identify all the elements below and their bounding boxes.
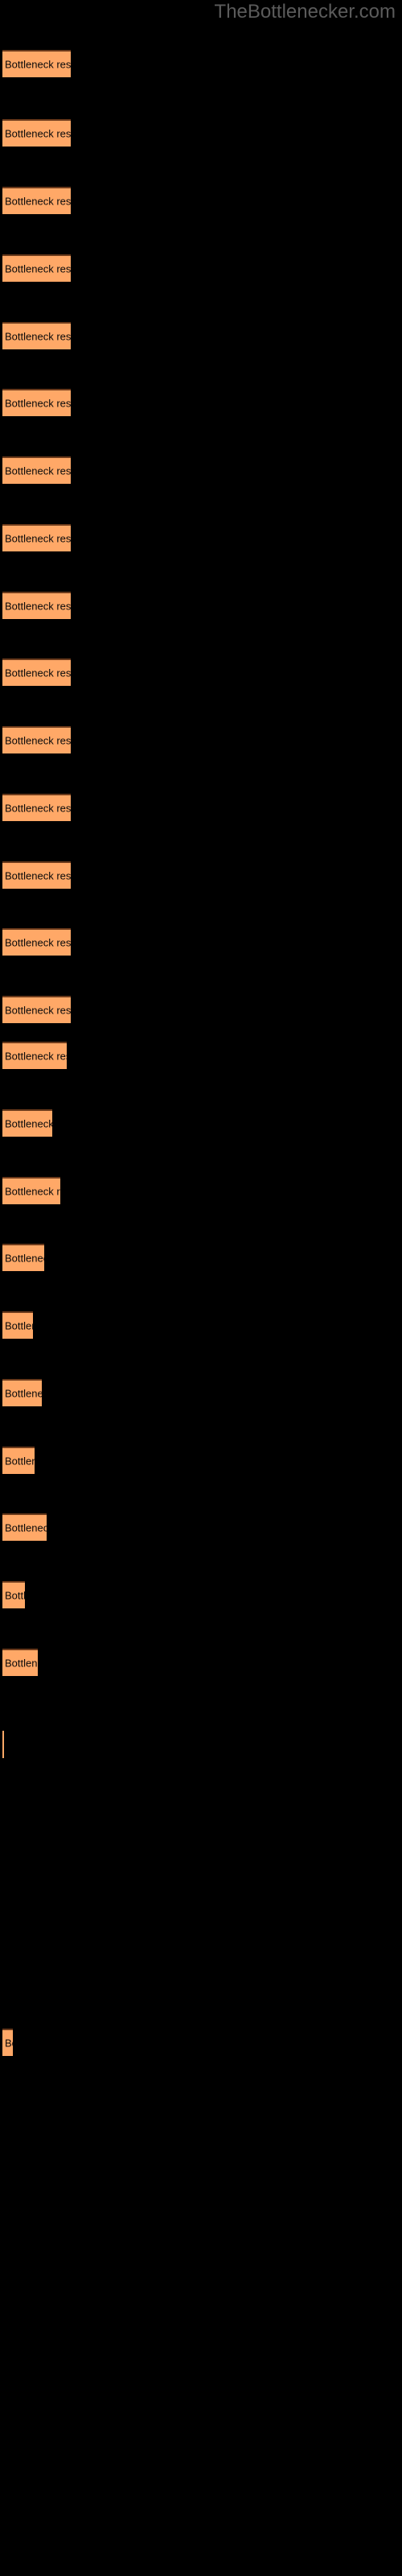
- bar-20: Bottleneck result: [2, 1311, 33, 1339]
- bar-7: Bottleneck result: [2, 456, 71, 484]
- bar-26: [2, 1731, 4, 1758]
- bar-label-22: Bottleneck result: [5, 1455, 35, 1468]
- bar-label-25: Bottleneck result: [5, 1657, 38, 1670]
- bar-label-9: Bottleneck result: [5, 600, 71, 613]
- bar-label-7: Bottleneck result: [5, 464, 71, 477]
- bar-10: Bottleneck result: [2, 658, 71, 686]
- bar-label-17: Bottleneck result: [5, 1117, 52, 1130]
- bar-16: Bottleneck result: [2, 1042, 67, 1069]
- bar-14: Bottleneck result: [2, 928, 71, 956]
- bar-label-21: Bottleneck result: [5, 1387, 42, 1400]
- bar-18: Bottleneck result: [2, 1177, 60, 1204]
- bar-chart-plot-area: Bottleneck result Bottleneck result Bottle…: [0, 0, 402, 2576]
- bar-12: Bottleneck result: [2, 794, 71, 821]
- bar-label-2: Bottleneck result: [5, 127, 71, 140]
- bar-13: Bottleneck result: [2, 861, 71, 889]
- bar-label-1: Bottleneck result: [5, 58, 71, 71]
- bar-23: Bottleneck result: [2, 1513, 47, 1541]
- bar-label-20: Bottleneck result: [5, 1319, 33, 1332]
- bar-label-23: Bottleneck result: [5, 1521, 47, 1534]
- bar-2: Bottleneck result: [2, 119, 71, 147]
- bar-label-15: Bottleneck result: [5, 1004, 71, 1017]
- bar-label-24: Bottleneck result: [5, 1589, 25, 1602]
- bar-8: Bottleneck result: [2, 524, 71, 551]
- bar-4: Bottleneck result: [2, 254, 71, 282]
- bar-15: Bottleneck result: [2, 996, 71, 1023]
- bar-21: Bottleneck result: [2, 1379, 42, 1406]
- bar-17: Bottleneck result: [2, 1109, 52, 1137]
- bar-22: Bottleneck result: [2, 1447, 35, 1474]
- bar-6: Bottleneck result: [2, 389, 71, 416]
- bar-19: Bottleneck result: [2, 1244, 44, 1271]
- bar-1: Bottleneck result: [2, 50, 71, 77]
- bar-label-8: Bottleneck result: [5, 532, 71, 545]
- bar-label-19: Bottleneck result: [5, 1252, 44, 1265]
- bar-label-16: Bottleneck result: [5, 1050, 67, 1063]
- bar-5: Bottleneck result: [2, 322, 71, 349]
- bar-label-18: Bottleneck result: [5, 1185, 60, 1198]
- bar-label-10: Bottleneck result: [5, 667, 71, 679]
- bar-3: Bottleneck result: [2, 187, 71, 214]
- bar-label-4: Bottleneck result: [5, 262, 71, 275]
- bar-label-6: Bottleneck result: [5, 397, 71, 410]
- bar-25: Bottleneck result: [2, 1649, 38, 1676]
- page-root: TheBottlenecker.com Bottleneck resultBot…: [0, 0, 402, 2576]
- bar-27: Bottleneck result: [2, 2029, 13, 2056]
- bar-24: Bottleneck result: [2, 1581, 25, 1608]
- bar-label-27: Bottleneck result: [5, 2037, 13, 2050]
- bar-label-14: Bottleneck result: [5, 936, 71, 949]
- bar-9: Bottleneck result: [2, 592, 71, 619]
- bar-label-12: Bottleneck result: [5, 802, 71, 815]
- bar-label-3: Bottleneck result: [5, 195, 71, 208]
- bar-label-11: Bottleneck result: [5, 734, 71, 747]
- bar-label-13: Bottleneck result: [5, 869, 71, 882]
- bar-label-5: Bottleneck result: [5, 330, 71, 343]
- bar-11: Bottleneck result: [2, 726, 71, 753]
